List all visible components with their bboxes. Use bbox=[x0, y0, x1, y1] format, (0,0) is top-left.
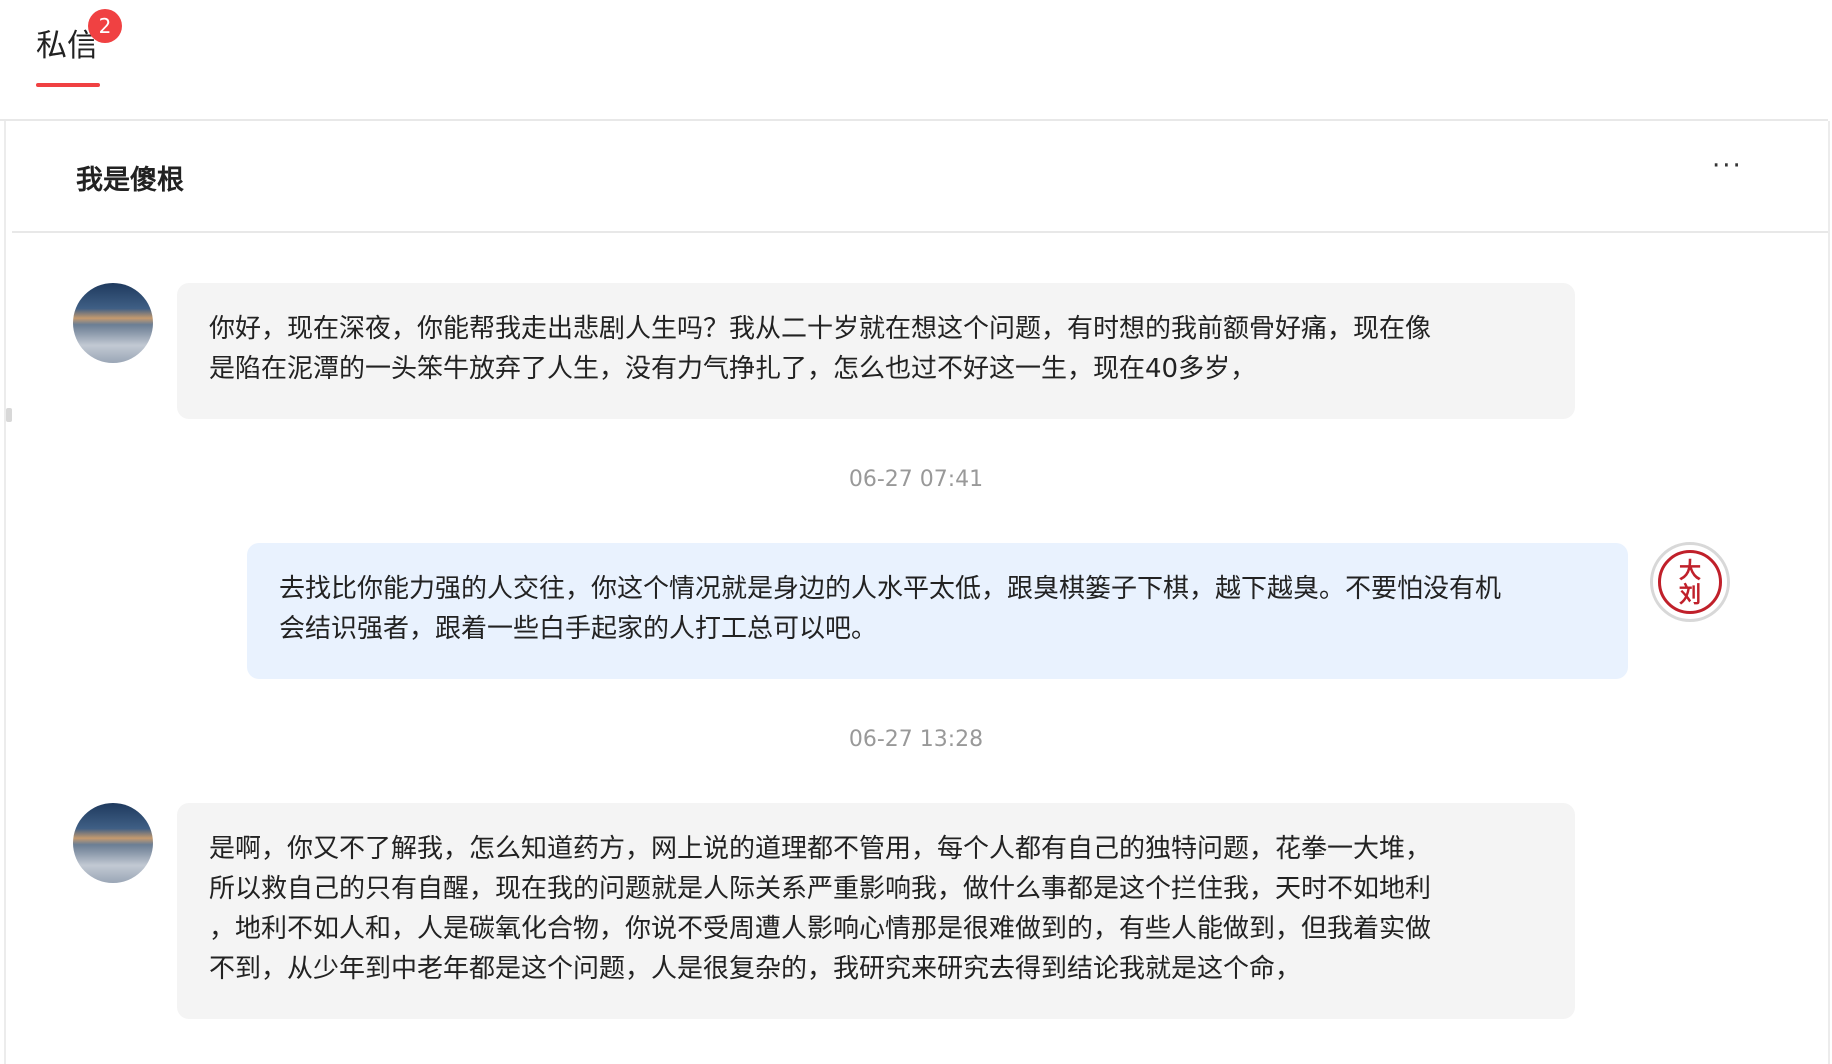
message-line: 是陷在泥潭的一头笨牛放弃了人生，没有力气挣扎了，怎么也过不好这一生，现在40多岁… bbox=[209, 354, 1257, 384]
message-line: 是啊，你又不了解我，怎么知道药方，网上说的道理都不管用，每个人都有自己的独特问题… bbox=[209, 834, 1432, 864]
contact-avatar[interactable] bbox=[73, 803, 153, 883]
message-bubble-incoming: 你好，现在深夜，你能帮我走出悲剧人生吗？我从二十岁就在想这个问题，有时想的我前额… bbox=[177, 283, 1575, 419]
message-line: ，地利不如人和，人是碳氧化合物，你说不受周遭人影响心情那是很难做到的，有些人能做… bbox=[209, 914, 1432, 944]
collapse-handle[interactable] bbox=[6, 408, 12, 422]
message-timestamp: 06-27 13:28 bbox=[848, 727, 984, 752]
seal-logo: 大 刘 bbox=[1658, 550, 1722, 614]
user-avatar-seal[interactable]: 大 刘 bbox=[1650, 542, 1730, 622]
message-line: 所以救自己的只有自醒，现在我的问题就是人际关系严重影响我，做什么事都是这个拦住我… bbox=[209, 874, 1432, 904]
more-options-icon[interactable]: ··· bbox=[1712, 151, 1743, 181]
message-line: 会结识强者，跟着一些白手起家的人打工总可以吧。 bbox=[279, 614, 878, 644]
message-line: 不到，从少年到中老年都是这个问题，人是很复杂的，我研究来研究去得到结论我就是这个… bbox=[209, 954, 1302, 984]
unread-badge: 2 bbox=[88, 9, 122, 43]
contact-avatar[interactable] bbox=[73, 283, 153, 363]
message-bubble-outgoing: 去找比你能力强的人交往，你这个情况就是身边的人水平太低，跟臭棋篓子下棋，越下越臭… bbox=[247, 543, 1628, 679]
message-line: 你好，现在深夜，你能帮我走出悲剧人生吗？我从二十岁就在想这个问题，有时想的我前额… bbox=[209, 314, 1432, 344]
active-tab-indicator bbox=[36, 83, 100, 87]
message-bubble-incoming: 是啊，你又不了解我，怎么知道药方，网上说的道理都不管用，每个人都有自己的独特问题… bbox=[177, 803, 1575, 1019]
message-line: 去找比你能力强的人交往，你这个情况就是身边的人水平太低，跟臭棋篓子下棋，越下越臭… bbox=[279, 574, 1502, 604]
chat-contact-name: 我是傻根 bbox=[76, 165, 184, 196]
messages-page: 私信 2 我是傻根 ··· 你好，现在深夜，你能帮我走出悲剧人生吗？我从二十岁就… bbox=[0, 0, 1832, 1064]
seal-char-bottom: 刘 bbox=[1678, 582, 1701, 608]
message-timestamp: 06-27 07:41 bbox=[848, 467, 984, 492]
tab-bar: 私信 2 bbox=[0, 0, 1828, 121]
seal-char-top: 大 bbox=[1678, 558, 1701, 584]
chat-header: 我是傻根 ··· bbox=[12, 121, 1828, 233]
